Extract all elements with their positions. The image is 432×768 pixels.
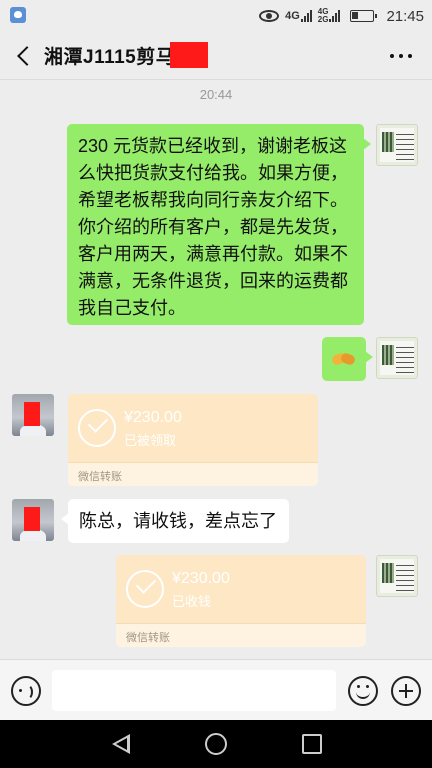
chat-header: 湘潭J1115剪马 [0,32,432,80]
signal-bars-icon [300,10,312,22]
plus-icon[interactable] [391,676,421,706]
chat-title: 湘潭J1115剪马 [44,47,176,68]
eye-icon [259,10,280,22]
nav-back-icon[interactable] [112,734,132,754]
input-bar [0,659,432,720]
transfer-status: 已收钱 [172,594,212,609]
message-text: 陈总，请收钱，差点忘了 [79,511,277,531]
redaction-block [24,402,40,426]
avatar-contact[interactable] [12,394,54,436]
signal-primary: 4G [285,10,312,22]
nav-home-icon[interactable] [205,733,227,755]
message-bubble-incoming[interactable]: 陈总，请收钱，差点忘了 [61,499,289,543]
app-notification-icon [10,7,26,23]
avatar-self[interactable] [376,337,418,379]
transfer-amount: ¥230.00 [172,570,230,587]
transfer-footer: 微信转账 [116,623,366,647]
transfer-amount: ¥230.00 [124,409,182,426]
message-text: 230 元货款已经收到，谢谢老板这么快把货款支付给我。如果方便，希望老板帮我向同… [78,136,348,318]
battery-icon [350,10,378,22]
transfer-footer: 微信转账 [68,462,318,486]
transfer-card-received[interactable]: ¥230.00 已被领取 微信转账 [68,394,318,486]
avatar-contact[interactable] [12,499,54,541]
signal-secondary: 4G 2G [318,8,341,24]
nav-recent-icon[interactable] [302,734,322,754]
redaction-block [24,507,40,531]
network-label-secondary-bottom: 2G [317,15,329,24]
message-bubble-emoji[interactable] [322,337,373,381]
time-separator: 20:44 [199,87,233,102]
more-options-icon[interactable] [390,54,412,60]
handshake-icon [332,349,356,369]
status-icons: 4G 4G 2G 21:45 [259,4,424,28]
status-bar: 4G 4G 2G 21:45 [0,0,432,32]
check-circle-icon [126,570,164,608]
back-arrow-icon[interactable] [14,45,34,67]
emoji-icon[interactable] [348,676,378,706]
message-bubble-outgoing[interactable]: 230 元货款已经收到，谢谢老板这么快把货款支付给我。如果方便，希望老板帮我向同… [67,124,371,325]
avatar-self[interactable] [376,555,418,597]
system-nav-bar [0,720,432,768]
status-time: 21:45 [386,7,424,25]
redaction-block [170,42,208,68]
signal-bars-icon [329,10,341,22]
transfer-status: 已被领取 [124,433,177,448]
network-label-primary: 4G [285,10,300,22]
avatar-self[interactable] [376,124,418,166]
message-input[interactable] [52,670,336,711]
transfer-card-accepted[interactable]: ¥230.00 已收钱 微信转账 [116,555,366,647]
check-circle-icon [78,409,116,447]
voice-icon[interactable] [11,676,41,706]
